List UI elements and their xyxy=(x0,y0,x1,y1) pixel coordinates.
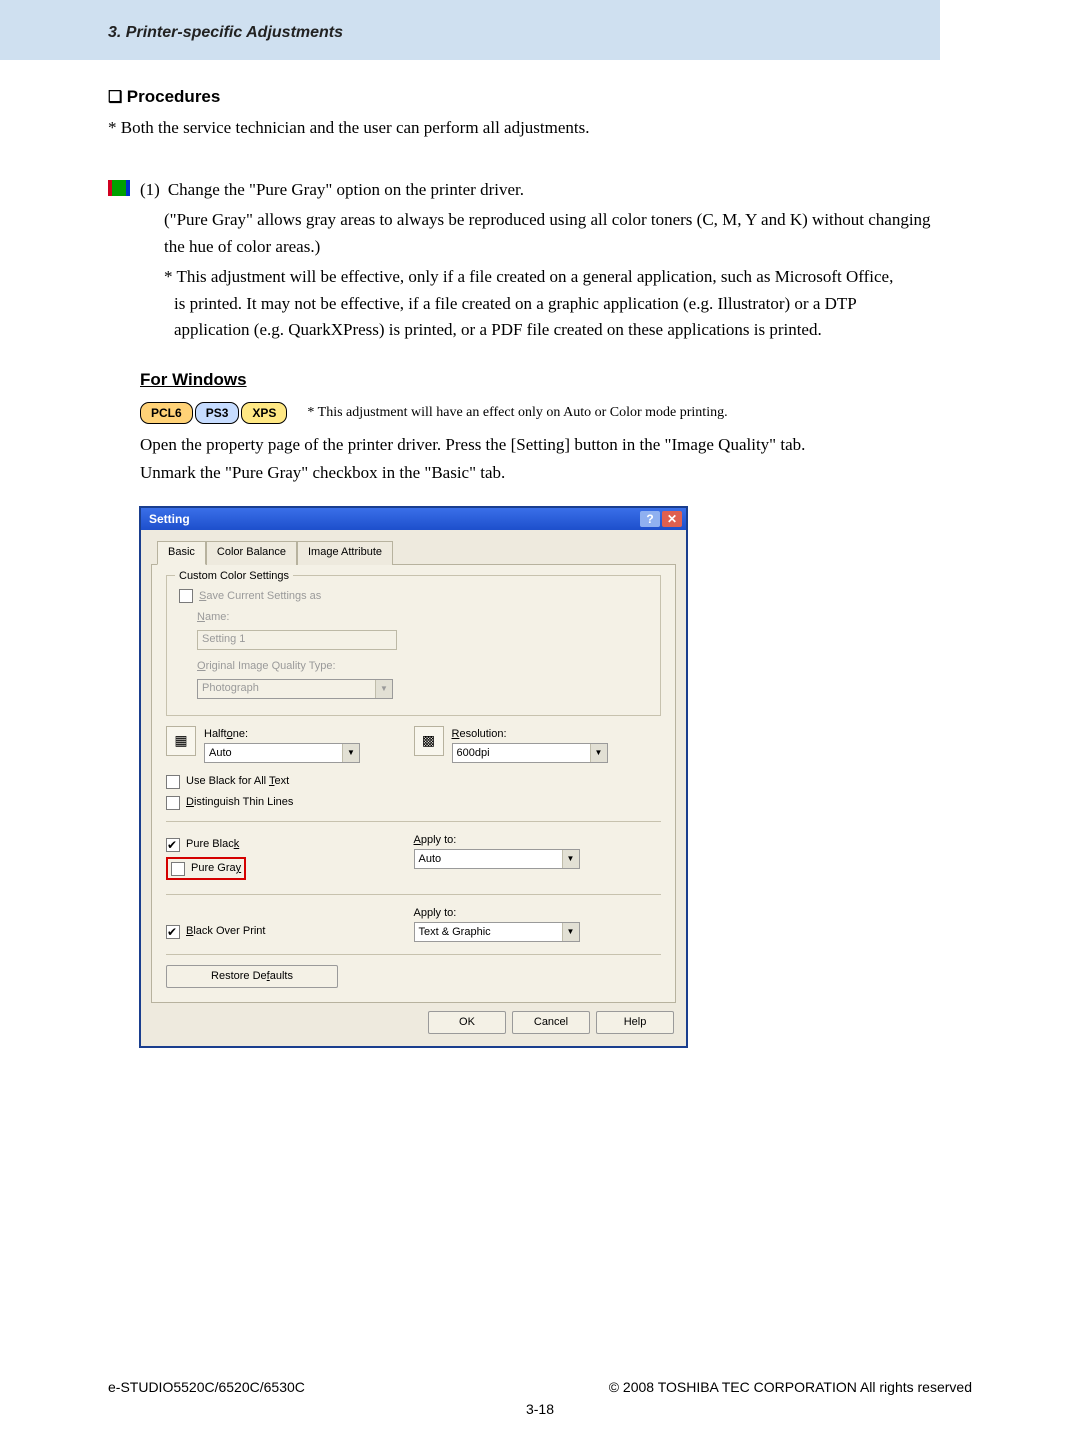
help-icon[interactable]: ? xyxy=(640,511,660,527)
footer-page-number: 3-18 xyxy=(0,1401,1080,1417)
use-black-all-text-label: Use Black for All Text xyxy=(186,773,289,790)
custom-color-settings-legend: Custom Color Settings xyxy=(175,568,293,585)
help-button[interactable]: Help xyxy=(596,1011,674,1034)
apply-to-2-dropdown[interactable]: Text & Graphic ▼ xyxy=(414,922,580,942)
chevron-down-icon: ▼ xyxy=(562,850,579,868)
pure-gray-callout: Pure Gray xyxy=(166,857,246,880)
halftone-value: Auto xyxy=(209,745,232,762)
procedures-heading: ❑ Procedures xyxy=(108,84,938,111)
step-note-line1: * This adjustment will be effective, onl… xyxy=(164,264,938,290)
setting-dialog: Setting ? ✕ Basic Color Balance Image At… xyxy=(140,507,687,1048)
black-over-print-label: Black Over Print xyxy=(186,923,265,940)
instruction-line1: Open the property page of the printer dr… xyxy=(140,432,938,458)
chevron-down-icon: ▼ xyxy=(590,744,607,762)
step-number: (1) xyxy=(140,177,160,203)
color-marker-icon xyxy=(108,180,130,196)
badge-pcl6: PCL6 xyxy=(140,402,193,425)
step-title: Change the "Pure Gray" option on the pri… xyxy=(168,177,524,203)
halftone-dropdown[interactable]: Auto ▼ xyxy=(204,743,360,763)
step-note-line2: is printed. It may not be effective, if … xyxy=(164,291,938,317)
oiqt-dropdown[interactable]: Photograph ▼ xyxy=(197,679,393,699)
footer-copyright: © 2008 TOSHIBA TEC CORPORATION All right… xyxy=(609,1379,972,1395)
distinguish-thin-lines-checkbox[interactable] xyxy=(166,796,180,810)
instruction-line2: Unmark the "Pure Gray" checkbox in the "… xyxy=(140,460,938,486)
apply-to-label-1: Apply to: xyxy=(414,832,662,849)
dialog-titlebar: Setting ? ✕ xyxy=(141,508,686,530)
step-note-line3: application (e.g. QuarkXPress) is printe… xyxy=(164,317,938,343)
apply-to-2-value: Text & Graphic xyxy=(419,924,491,941)
procedures-note: * Both the service technician and the us… xyxy=(108,115,938,141)
apply-to-1-dropdown[interactable]: Auto ▼ xyxy=(414,849,580,869)
pure-gray-checkbox[interactable] xyxy=(171,862,185,876)
black-over-print-checkbox[interactable] xyxy=(166,925,180,939)
dialog-title: Setting xyxy=(145,510,638,529)
name-input[interactable]: Setting 1 xyxy=(197,630,397,650)
step-explanation: ("Pure Gray" allows gray areas to always… xyxy=(164,207,938,260)
close-icon[interactable]: ✕ xyxy=(662,511,682,527)
pure-gray-label: Pure Gray xyxy=(191,860,241,877)
oiqt-label: Original Image Quality Type: xyxy=(197,658,336,675)
for-windows-heading: For Windows xyxy=(140,367,938,393)
chevron-down-icon: ▼ xyxy=(342,744,359,762)
breadcrumb: 3. Printer-specific Adjustments xyxy=(108,24,343,42)
halftone-icon: ▦ xyxy=(166,726,196,756)
procedures-heading-text: Procedures xyxy=(127,87,221,106)
tab-color-balance[interactable]: Color Balance xyxy=(206,541,297,565)
restore-defaults-button[interactable]: Restore Defaults xyxy=(166,965,338,988)
badge-ps3: PS3 xyxy=(195,402,240,425)
ok-button[interactable]: OK xyxy=(428,1011,506,1034)
footer-model: e-STUDIO5520C/6520C/6530C xyxy=(108,1379,305,1395)
apply-to-label-2: Apply to: xyxy=(414,905,662,922)
apply-to-1-value: Auto xyxy=(419,851,442,868)
chevron-down-icon: ▼ xyxy=(375,680,392,698)
save-current-label: Save Current Settings as xyxy=(199,588,321,605)
tab-basic[interactable]: Basic xyxy=(157,541,206,565)
badge-xps: XPS xyxy=(241,402,287,425)
resolution-value: 600dpi xyxy=(457,745,490,762)
chevron-down-icon: ▼ xyxy=(562,923,579,941)
pure-black-label: Pure Black xyxy=(186,836,239,853)
badge-note: * This adjustment will have an effect on… xyxy=(307,402,727,424)
cancel-button[interactable]: Cancel xyxy=(512,1011,590,1034)
resolution-label: Resolution: xyxy=(452,726,608,743)
use-black-all-text-checkbox[interactable] xyxy=(166,775,180,789)
resolution-dropdown[interactable]: 600dpi ▼ xyxy=(452,743,608,763)
oiqt-value: Photograph xyxy=(202,680,259,697)
pure-black-checkbox[interactable] xyxy=(166,838,180,852)
resolution-icon: ▩ xyxy=(414,726,444,756)
save-current-checkbox[interactable] xyxy=(179,589,193,603)
distinguish-thin-lines-label: Distinguish Thin Lines xyxy=(186,794,293,811)
tab-image-attribute[interactable]: Image Attribute xyxy=(297,541,393,565)
halftone-label: Halftone: xyxy=(204,726,360,743)
name-label: Name: xyxy=(197,609,229,626)
